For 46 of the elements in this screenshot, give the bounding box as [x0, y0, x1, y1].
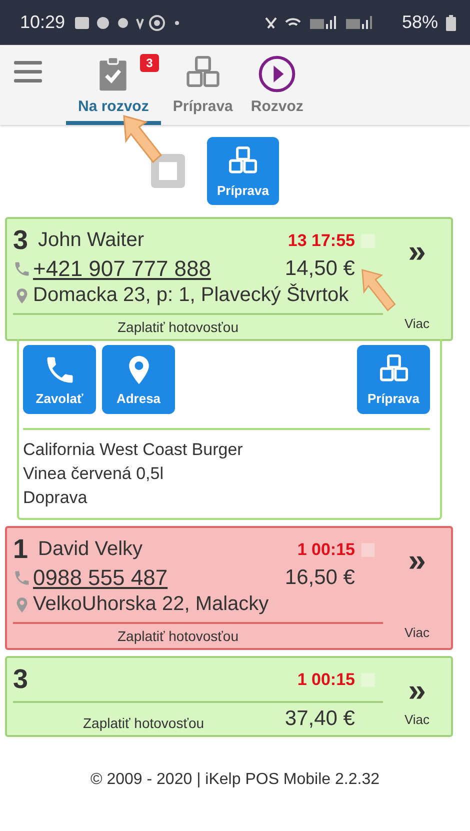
order-number: 3 [13, 225, 28, 256]
battery-percent: 58% [402, 12, 438, 33]
order-card[interactable]: 3 John Waiter 13 17:55 +421 907 777 888 14,50 € Domacka 23, p: 1, Plavecký Štvrtok Zaplatiť hotovosťou » Viac [5, 217, 453, 341]
order-card[interactable]: 3 1 00:15 Zaplatiť hotovosťou 37,40 € » Viac [5, 656, 453, 737]
payment-method: Zaplatiť hotovosťou [116, 319, 240, 335]
open-order-button[interactable]: » [408, 235, 426, 267]
order-card[interactable]: 1 David Velky 1 00:15 0988 555 487 16,50 € VelkoUhorska 22, Malacky Zaplatiť hotovosťou » Viac [5, 526, 453, 650]
count-badge: 3 [140, 54, 159, 72]
clock: 10:29 [20, 12, 66, 33]
order-price: 14,50 € [284, 257, 355, 281]
tab[interactable]: Rozvoz [244, 50, 310, 125]
more-button[interactable]: Viac [404, 625, 430, 640]
more-button[interactable]: Viac [404, 316, 430, 331]
menu-icon[interactable] [14, 61, 42, 83]
order-item: Doprava [23, 487, 88, 509]
play-icon [257, 54, 298, 94]
filter-toggle[interactable] [151, 154, 185, 188]
tab[interactable]: Príprava [166, 50, 239, 125]
order-time: 1 00:15 [297, 540, 355, 560]
delivery-address: Domacka 23, p: 1, Plavecký Štvrtok [33, 284, 349, 307]
payment-method: Zaplatiť hotovosťou [116, 628, 240, 644]
order-number: 1 [13, 534, 28, 565]
customer-name: John Waiter [38, 229, 145, 252]
phone-link[interactable]: +421 907 777 888 [13, 256, 285, 282]
open-order-button[interactable]: » [408, 544, 426, 576]
order-item: Vinea červená 0,5l [23, 463, 165, 485]
open-order-button[interactable]: » [408, 674, 426, 706]
call-button[interactable]: Zavolať [23, 345, 96, 414]
phone-link[interactable]: 0988 555 487 [13, 565, 285, 591]
payment-method: Zaplatiť hotovosťou [82, 715, 204, 731]
phone-icon [13, 260, 31, 278]
preparation-button[interactable]: Príprava [357, 345, 430, 414]
copyright-text: © 2009 - 2020 | iKelp POS Mobile 2.2.32 [89, 771, 380, 789]
customer-name: David Velky [38, 538, 144, 561]
order-time: 1 00:15 [297, 670, 355, 690]
order-price: 16,50 € [284, 566, 355, 590]
phone-icon [13, 569, 31, 587]
battery-icon [446, 14, 456, 30]
order-price: 37,40 € [284, 707, 355, 731]
order-number: 3 [13, 664, 28, 695]
delivery-address: VelkoUhorska 22, Malacky [33, 593, 269, 616]
preparation-filter-button[interactable]: Príprava [207, 137, 279, 205]
order-time: 13 17:55 [288, 230, 355, 250]
address-button[interactable]: Adresa [102, 345, 175, 414]
more-button[interactable]: Viac [404, 712, 430, 727]
order-item: California West Coast Burger [23, 439, 244, 461]
